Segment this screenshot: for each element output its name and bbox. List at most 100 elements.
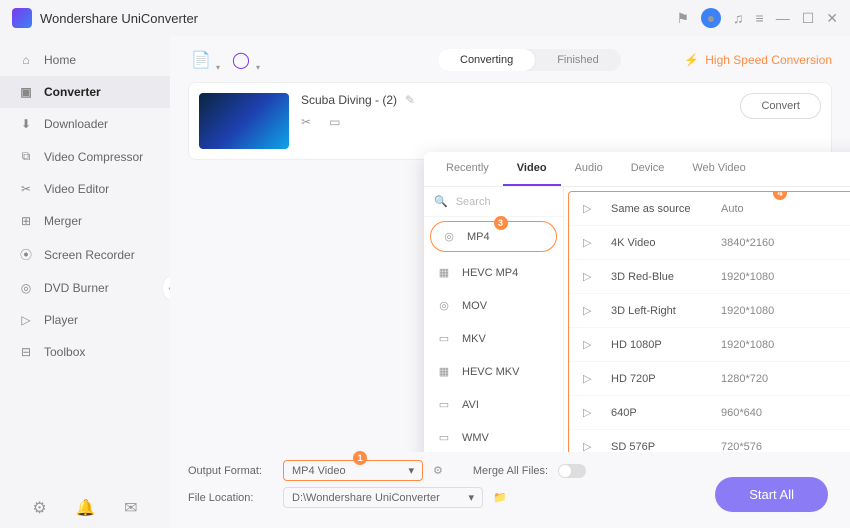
format-mov[interactable]: ◎MOV (424, 289, 563, 322)
badge-1: 1 (353, 451, 367, 465)
video-icon: ▷ (583, 270, 601, 283)
sidebar-item-downloader[interactable]: ⬇Downloader (0, 108, 170, 140)
video-icon: ▷ (583, 202, 601, 215)
format-hevcmkv[interactable]: ▦HEVC MKV (424, 355, 563, 388)
merge-label: Merge All Files: (473, 465, 548, 477)
crop-icon[interactable]: ▭ (329, 115, 340, 129)
merger-icon: ⊞ (18, 214, 34, 228)
bottom-bar: Output Format: 1 MP4 Video▾ ⚙ Merge All … (170, 452, 850, 528)
hevc-icon: ▦ (436, 365, 452, 378)
dvd-icon: ◎ (18, 281, 34, 295)
sidebar-item-toolbox[interactable]: ⊟ Toolbox (0, 336, 170, 368)
output-format-label: Output Format: (188, 465, 273, 477)
format-mp4[interactable]: 3 ◎MP4 (430, 221, 557, 252)
sidebar-item-label: Player (44, 313, 78, 327)
gear-icon[interactable]: ⚙ (433, 464, 443, 477)
format-tabs: Recently Video Audio Device Web Video (424, 152, 850, 187)
tab-device[interactable]: Device (617, 152, 679, 186)
sidebar-item-label: DVD Burner (44, 281, 109, 295)
sidebar-item-label: Video Compressor (44, 150, 143, 164)
support-icon[interactable]: ♫ (733, 10, 744, 26)
sidebar-item-dvdburner[interactable]: ◎ DVD Burner (0, 272, 170, 304)
player-icon: ▷ (18, 313, 34, 327)
sidebar-item-editor[interactable]: ✂Video Editor (0, 173, 170, 205)
output-format-select[interactable]: 1 MP4 Video▾ (283, 460, 423, 481)
hevc-icon: ▦ (436, 266, 452, 279)
maximize-icon[interactable]: ☐ (802, 10, 815, 27)
tab-converting[interactable]: Converting (438, 49, 535, 71)
edit-title-icon[interactable]: ✎ (405, 93, 415, 107)
sidebar-item-recorder[interactable]: ⦿ Screen Recorder (0, 237, 170, 272)
add-file-button[interactable]: 📄 (188, 48, 214, 72)
start-all-button[interactable]: Start All (715, 477, 828, 512)
format-mkv[interactable]: ▭MKV (424, 322, 563, 355)
resolution-1080p[interactable]: ▷HD 1080P1920*1080✎ (569, 328, 850, 362)
sidebar-item-merger[interactable]: ⊞ Merger (0, 205, 170, 237)
sidebar-item-label: Toolbox (44, 345, 85, 359)
format-search[interactable]: 🔍Search (424, 187, 563, 217)
folder-icon[interactable]: 📁 (493, 491, 507, 504)
resolution-4k[interactable]: ▷4K Video3840*2160✎ (569, 226, 850, 260)
toolbox-icon: ⊟ (18, 345, 34, 359)
format-hevcmp4[interactable]: ▦HEVC MP4 (424, 256, 563, 289)
format-wmv[interactable]: ▭WMV (424, 421, 563, 454)
user-avatar-icon[interactable]: ● (701, 8, 721, 28)
badge-3: 3 (494, 216, 508, 230)
mail-icon[interactable]: ✉ (124, 498, 137, 518)
sidebar-item-converter[interactable]: ▣ Converter (0, 76, 170, 108)
sidebar-item-player[interactable]: ▷ Player (0, 304, 170, 336)
video-icon: ▷ (583, 236, 601, 249)
tab-recently[interactable]: Recently (432, 152, 503, 186)
resolution-list: 4 ▷Same as sourceAuto✎ ▷4K Video3840*216… (568, 191, 850, 488)
video-icon: ▷ (583, 304, 601, 317)
target-icon: ◎ (436, 299, 452, 312)
bell-icon[interactable]: 🔔 (75, 498, 95, 518)
search-icon: 🔍 (434, 195, 448, 208)
film-icon: ▭ (436, 398, 452, 411)
film-icon: ▭ (436, 431, 452, 444)
format-popup: Recently Video Audio Device Web Video 🔍S… (424, 152, 850, 492)
sidebar-item-compressor[interactable]: ⧉Video Compressor (0, 140, 170, 173)
chevron-down-icon: ▾ (408, 464, 414, 477)
convert-button[interactable]: Convert (740, 93, 821, 119)
recorder-icon: ⦿ (18, 246, 34, 263)
resolution-720p[interactable]: ▷HD 720P1280*720✎ (569, 362, 850, 396)
video-icon: ▷ (583, 338, 601, 351)
converter-icon: ▣ (18, 85, 34, 99)
chevron-down-icon: ▾ (468, 491, 474, 504)
tab-finished[interactable]: Finished (535, 49, 621, 71)
high-speed-conversion[interactable]: ⚡High Speed Conversion (684, 53, 832, 67)
file-location-label: File Location: (188, 492, 273, 504)
sidebar-item-label: Merger (44, 214, 82, 228)
sidebar-item-label: Video Editor (44, 182, 109, 196)
sidebar-item-home[interactable]: ⌂Home (0, 44, 170, 76)
minimize-icon[interactable]: — (776, 10, 790, 26)
resolution-same-as-source[interactable]: ▷Same as sourceAuto✎ (569, 192, 850, 226)
tab-video[interactable]: Video (503, 152, 561, 186)
resolution-3d-leftright[interactable]: ▷3D Left-Right1920*1080✎ (569, 294, 850, 328)
sidebar-item-label: Converter (44, 85, 101, 99)
resolution-640p[interactable]: ▷640P960*640✎ (569, 396, 850, 430)
app-logo (12, 8, 32, 28)
menu-icon[interactable]: ≡ (756, 10, 764, 26)
bolt-icon: ⚡ (684, 53, 699, 67)
app-title: Wondershare UniConverter (40, 11, 676, 26)
video-icon: ▷ (583, 372, 601, 385)
file-location-select[interactable]: D:\Wondershare UniConverter▾ (283, 487, 483, 508)
add-url-button[interactable]: ◯ (228, 48, 254, 72)
film-icon: ▭ (436, 332, 452, 345)
toolbar: 📄 ◯ Converting Finished ⚡High Speed Conv… (188, 48, 832, 72)
gift-icon[interactable]: ⚑ (676, 10, 689, 27)
merge-toggle[interactable] (558, 464, 586, 478)
settings-icon[interactable]: ⚙ (32, 498, 46, 518)
sidebar-item-label: Screen Recorder (44, 248, 135, 262)
video-thumbnail[interactable] (199, 93, 289, 149)
tab-webvideo[interactable]: Web Video (678, 152, 759, 186)
tab-audio[interactable]: Audio (561, 152, 617, 186)
trim-icon[interactable]: ✂ (301, 115, 311, 129)
target-icon: ◎ (441, 230, 457, 243)
format-avi[interactable]: ▭AVI (424, 388, 563, 421)
sidebar: ⌂Home ▣ Converter ⬇Downloader ⧉Video Comp… (0, 36, 170, 528)
close-icon[interactable]: ✕ (826, 10, 838, 27)
resolution-3d-redblue[interactable]: ▷3D Red-Blue1920*1080✎ (569, 260, 850, 294)
